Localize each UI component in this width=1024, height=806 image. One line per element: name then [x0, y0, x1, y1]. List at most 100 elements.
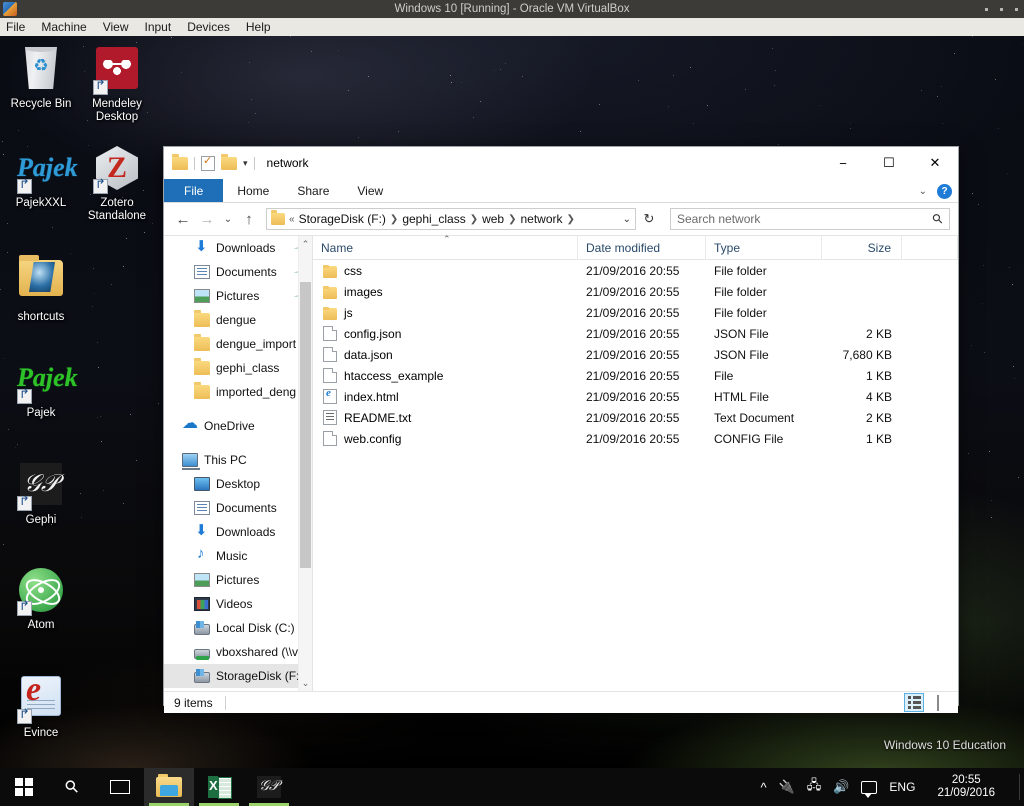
- navigation-list[interactable]: Downloads📌Documents📌Pictures📌 dengue dengu…: [164, 236, 312, 688]
- nav-item-documents[interactable]: Documents: [164, 496, 312, 520]
- column-header-date-modified[interactable]: Date modified: [578, 235, 706, 260]
- breadcrumb-gephi-class[interactable]: gephi_class: [402, 212, 465, 226]
- file-row[interactable]: images 21/09/2016 20:55 File folder: [313, 281, 958, 302]
- taskbar-app-gephi[interactable]: [244, 768, 294, 806]
- nav-item-dengue-import[interactable]: dengue_import: [164, 332, 312, 356]
- nav-item-downloads[interactable]: Downloads📌: [164, 236, 312, 260]
- navigation-scrollbar[interactable]: ⌃ ⌄: [298, 236, 312, 691]
- nav-item-this-pc[interactable]: This PC: [164, 448, 312, 472]
- minimize-icon[interactable]: [985, 7, 988, 11]
- virtualbox-menubar[interactable]: File Machine View Input Devices Help: [0, 18, 1024, 36]
- nav-item-videos[interactable]: Videos: [164, 592, 312, 616]
- nav-item-gephi-class[interactable]: gephi_class: [164, 356, 312, 380]
- task-view-button[interactable]: [96, 768, 144, 806]
- scrollbar-thumb[interactable]: [300, 282, 311, 568]
- file-list-pane[interactable]: Name Date modified Type Size ⌃ css 21/09/…: [312, 234, 958, 691]
- nav-item-dengue[interactable]: dengue: [164, 308, 312, 332]
- maximize-button[interactable]: ☐: [866, 147, 912, 179]
- column-header-type[interactable]: Type: [706, 235, 822, 260]
- file-row[interactable]: web.config 21/09/2016 20:55 CONFIG File 1 K…: [313, 428, 958, 449]
- menu-help[interactable]: Help: [238, 18, 279, 36]
- desktop-icon-shortcuts[interactable]: shortcuts: [2, 254, 80, 324]
- tab-file[interactable]: File: [164, 179, 224, 202]
- desktop-icon-pajek[interactable]: Pajek Pajek: [2, 354, 80, 420]
- nav-item-desktop[interactable]: Desktop: [164, 472, 312, 496]
- expand-ribbon-chevron-icon[interactable]: ⌄: [919, 186, 927, 197]
- address-dropdown-icon[interactable]: ⌄: [623, 214, 631, 225]
- file-row[interactable]: css 21/09/2016 20:55 File folder: [313, 260, 958, 281]
- address-bar-row[interactable]: ← → ⌄ ↑ « StorageDisk (F:) ❯ gephi_class…: [164, 203, 958, 235]
- file-row[interactable]: js 21/09/2016 20:55 File folder: [313, 302, 958, 323]
- new-folder-icon[interactable]: [221, 153, 237, 170]
- nav-item-onedrive[interactable]: OneDrive: [164, 413, 312, 438]
- desktop-icon-recycle-bin[interactable]: Recycle Bin: [2, 44, 80, 111]
- nav-item-pictures[interactable]: Pictures: [164, 568, 312, 592]
- breadcrumb-network[interactable]: network: [520, 212, 562, 226]
- column-header-size[interactable]: Size: [822, 235, 902, 260]
- breadcrumb-overflow-icon[interactable]: «: [288, 214, 296, 225]
- menu-file[interactable]: File: [0, 18, 33, 36]
- explorer-window-buttons[interactable]: − ☐ ✕: [820, 147, 958, 179]
- desktop-icon-mendeley-desktop[interactable]: Mendeley Desktop: [78, 44, 156, 124]
- file-name-cell[interactable]: data.json: [313, 347, 578, 362]
- scroll-up-icon[interactable]: ⌃: [299, 236, 312, 252]
- file-name-cell[interactable]: js: [313, 306, 578, 320]
- nav-item-vboxshared-v[interactable]: vboxshared (\\v: [164, 640, 312, 664]
- taskbar-search-button[interactable]: ⚲: [48, 768, 96, 806]
- file-name-cell[interactable]: index.html: [313, 387, 578, 404]
- show-desktop-button[interactable]: [1019, 774, 1020, 800]
- taskbar-app-file-explorer[interactable]: [144, 768, 194, 806]
- scroll-down-icon[interactable]: ⌄: [299, 675, 312, 691]
- search-box[interactable]: Search network ⚲: [670, 208, 950, 230]
- tab-home[interactable]: Home: [223, 179, 283, 202]
- menu-machine[interactable]: Machine: [33, 18, 94, 36]
- virtualbox-window-buttons[interactable]: [985, 0, 1018, 18]
- tab-share[interactable]: Share: [283, 179, 343, 202]
- properties-icon[interactable]: [201, 154, 215, 171]
- taskbar[interactable]: ⚲ X ^ 🔌 🖧 🔊 ENG 20:55 21/09/2016: [0, 768, 1024, 806]
- up-button[interactable]: ↑: [238, 208, 260, 230]
- desktop-icon-zotero-standalone[interactable]: Zotero Standalone: [78, 144, 156, 223]
- file-row[interactable]: config.json 21/09/2016 20:55 JSON File 2 KB: [313, 323, 958, 344]
- nav-item-downloads[interactable]: Downloads: [164, 520, 312, 544]
- column-headers[interactable]: Name Date modified Type Size ⌃: [313, 234, 958, 260]
- recent-locations-icon[interactable]: ⌄: [220, 208, 236, 230]
- tab-view[interactable]: View: [343, 179, 397, 202]
- file-row[interactable]: README.txt 21/09/2016 20:55 Text Document 2…: [313, 407, 958, 428]
- ribbon-right-controls[interactable]: ⌄ ?: [919, 179, 952, 203]
- file-rows[interactable]: css 21/09/2016 20:55 File folder images 21/0…: [313, 260, 958, 449]
- close-icon[interactable]: [1015, 7, 1018, 11]
- folder-icon[interactable]: [172, 153, 188, 170]
- view-mode-buttons[interactable]: [904, 693, 948, 712]
- file-name-cell[interactable]: htaccess_example: [313, 368, 578, 383]
- file-explorer-window[interactable]: ▾ network − ☐ ✕ File Home Share View ⌄ ?…: [163, 146, 959, 713]
- explorer-titlebar[interactable]: ▾ network − ☐ ✕: [164, 147, 958, 179]
- menu-input[interactable]: Input: [137, 18, 180, 36]
- desktop-icon-evince[interactable]: Evince: [2, 672, 80, 740]
- nav-item-local-disk-c[interactable]: Local Disk (C:): [164, 616, 312, 640]
- desktop-icon-pajekxxl[interactable]: Pajek PajekXXL: [2, 144, 80, 210]
- navigation-pane[interactable]: Downloads📌Documents📌Pictures📌 dengue dengu…: [164, 236, 312, 691]
- nav-item-music[interactable]: Music: [164, 544, 312, 568]
- large-icons-view-button[interactable]: [928, 693, 948, 712]
- help-icon[interactable]: ?: [937, 183, 952, 199]
- quick-access-toolbar[interactable]: ▾: [172, 153, 255, 171]
- network-icon[interactable]: 🖧: [807, 776, 822, 798]
- minimize-button[interactable]: −: [820, 147, 866, 179]
- file-row[interactable]: index.html 21/09/2016 20:55 HTML File 4 KB: [313, 386, 958, 407]
- file-row[interactable]: htaccess_example 21/09/2016 20:55 File 1 KB: [313, 365, 958, 386]
- address-bar[interactable]: « StorageDisk (F:) ❯ gephi_class ❯ web ❯…: [266, 208, 636, 230]
- action-center-icon[interactable]: [861, 780, 878, 798]
- language-indicator[interactable]: ENG: [889, 780, 915, 794]
- back-button[interactable]: ←: [172, 208, 194, 230]
- desktop-icon-gephi[interactable]: Gephi: [2, 460, 80, 527]
- chevron-down-icon[interactable]: ▾: [243, 158, 248, 169]
- refresh-button[interactable]: ↻: [638, 208, 660, 230]
- nav-item-pictures[interactable]: Pictures📌: [164, 284, 312, 308]
- system-tray[interactable]: ^ 🔌 🖧 🔊 ENG 20:55 21/09/2016: [760, 768, 1024, 806]
- close-button[interactable]: ✕: [912, 147, 958, 179]
- nav-item-imported-deng[interactable]: imported_deng: [164, 380, 312, 404]
- ribbon-tabs[interactable]: File Home Share View ⌄ ?: [164, 179, 958, 203]
- file-name-cell[interactable]: config.json: [313, 326, 578, 341]
- nav-item-storagedisk-f[interactable]: StorageDisk (F:): [164, 664, 312, 688]
